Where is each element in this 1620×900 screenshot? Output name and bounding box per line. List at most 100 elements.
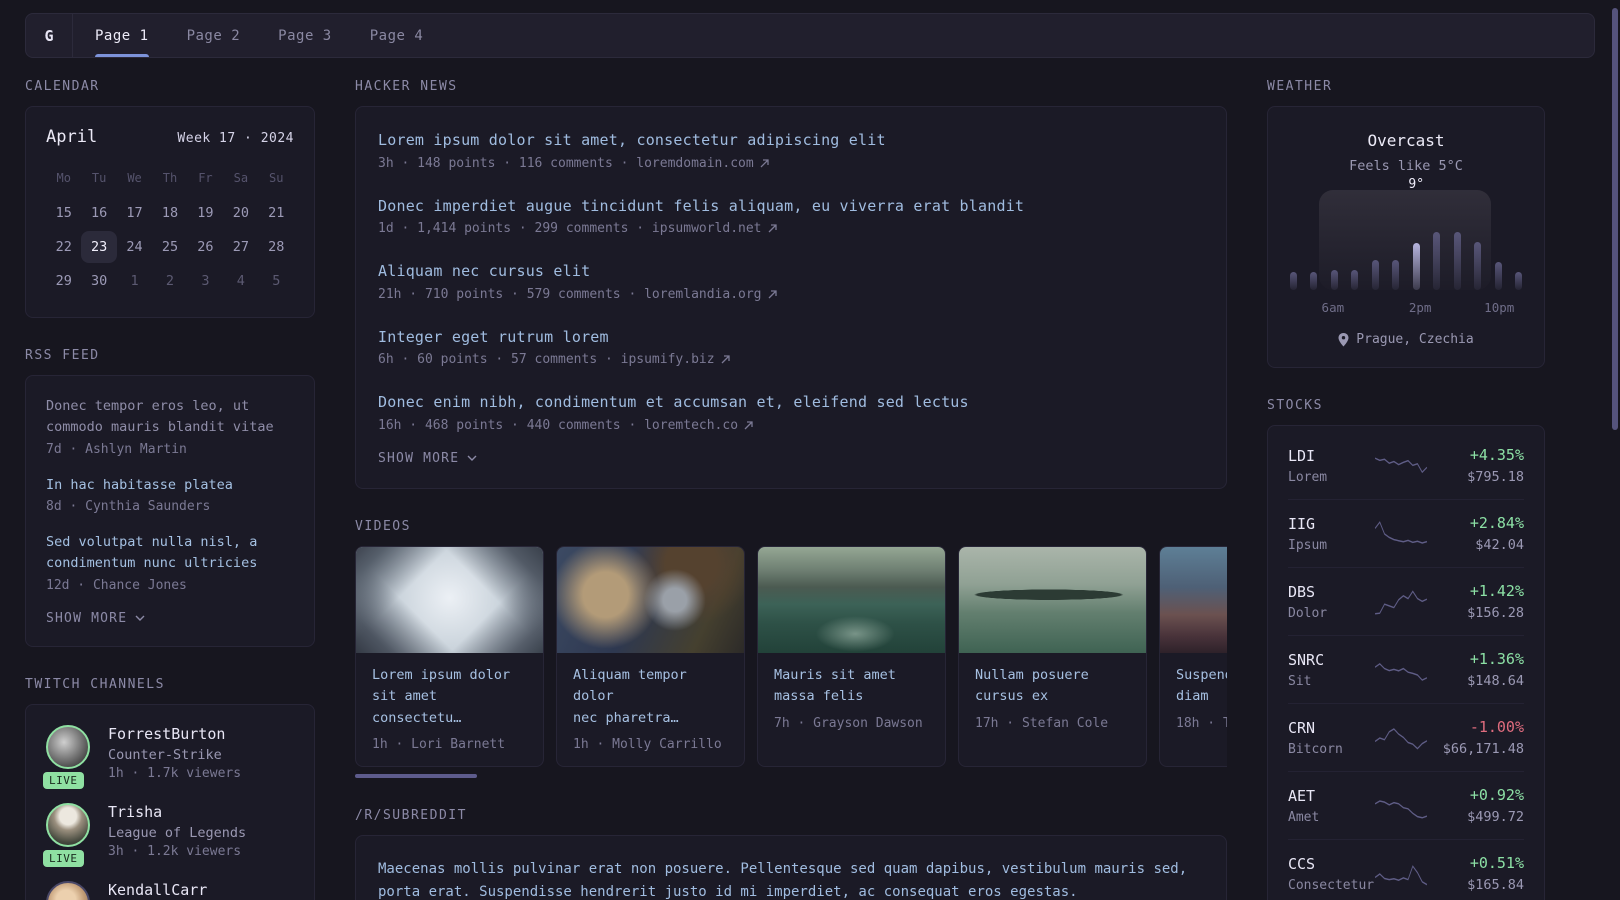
- calendar-day: 23: [81, 231, 117, 263]
- stock-row[interactable]: LDI Lorem +4.35% $795.18: [1288, 432, 1524, 499]
- video-meta: 7h · Grayson Dawson: [774, 715, 923, 731]
- video-card[interactable]: Nullam posuere cursus ex 17h · Stefan Co…: [958, 545, 1147, 768]
- channel-name[interactable]: ForrestBurton: [108, 725, 241, 743]
- twitch-channel-row[interactable]: LIVE ForrestBurton Counter-Strike 1h · 1…: [43, 724, 294, 789]
- page-scrollbar[interactable]: [1612, 8, 1618, 430]
- stock-sparkline: [1374, 517, 1428, 551]
- hn-item-meta: 1d · 1,414 points · 299 comments · ipsum…: [378, 221, 762, 236]
- video-title[interactable]: Lorem ipsum dolor sit amet consectetu…: [372, 665, 527, 730]
- hn-item-title[interactable]: Aliquam nec cursus elit: [378, 260, 1204, 283]
- videos-section-title: VIDEOS: [355, 518, 411, 534]
- reddit-post: Maecenas mollis pulvinar erat non posuer…: [378, 858, 1204, 900]
- weather-bar: [1453, 196, 1461, 290]
- daylight-region: [1318, 190, 1491, 290]
- stock-name: Ipsum: [1288, 537, 1328, 553]
- channel-game[interactable]: League of Legends: [108, 825, 246, 841]
- video-title[interactable]: Mauris sit amet massa felis: [774, 665, 929, 708]
- channel-meta: 3h · 1.2k viewers: [108, 843, 242, 859]
- weather-bar: [1392, 196, 1400, 290]
- video-meta: 1h · Lori Barnett: [372, 737, 506, 753]
- calendar-day: 16: [91, 205, 108, 221]
- rss-item-title[interactable]: Donec tempor eros leo, ut commodo mauris…: [46, 396, 294, 439]
- videos-scrollbar-thumb[interactable]: [355, 774, 477, 779]
- stock-row[interactable]: IIG Ipsum +2.84% $42.04: [1288, 499, 1524, 567]
- stock-symbol: AET: [1288, 786, 1316, 805]
- calendar-day: 27: [232, 239, 249, 255]
- weather-bar: [1351, 196, 1359, 290]
- stock-price: $795.18: [1467, 469, 1524, 485]
- dashboard-page: G Page 1 Page 2 Page 3 Page 4 CALENDAR A…: [0, 0, 1620, 900]
- video-card[interactable]: Aliquam tempor dolor nec pharetra… 1h · …: [556, 545, 745, 768]
- rss-show-more-button[interactable]: SHOW MORE: [46, 611, 294, 626]
- video-card[interactable]: Mauris sit amet massa felis 7h · Grayson…: [757, 545, 946, 768]
- calendar-day: 19: [197, 205, 214, 221]
- rss-item-title[interactable]: In hac habitasse platea: [46, 475, 294, 496]
- hn-item-title[interactable]: Donec enim nibh, condimentum et accumsan…: [378, 391, 1204, 414]
- calendar-day: 21: [268, 205, 285, 221]
- calendar-day: 26: [197, 239, 214, 255]
- stock-symbol: LDI: [1288, 446, 1316, 465]
- video-thumbnail: [1160, 546, 1227, 653]
- app-logo[interactable]: G: [26, 14, 72, 57]
- hn-show-more-button[interactable]: SHOW MORE: [378, 451, 1204, 466]
- calendar-day: 18: [161, 205, 179, 221]
- stock-price: $165.84: [1467, 877, 1524, 893]
- stock-sparkline: [1374, 789, 1428, 823]
- calendar-day: 29: [55, 273, 72, 289]
- calendar-weekday: Mo: [56, 171, 71, 185]
- calendar-section-title: CALENDAR: [25, 79, 100, 94]
- subreddit-section-title: /R/SUBREDDIT: [355, 808, 467, 824]
- video-thumbnail: [758, 546, 945, 653]
- weather-bar: 9°: [1408, 177, 1424, 290]
- stock-change: +4.35%: [1469, 446, 1524, 464]
- calendar-day: 15: [55, 205, 72, 221]
- hn-item-title[interactable]: Integer eget rutrum lorem: [378, 326, 1204, 349]
- calendar-day: 20: [232, 205, 249, 221]
- weather-bar: [1474, 196, 1482, 290]
- avatar: [46, 880, 90, 900]
- tab-page-4[interactable]: Page 4: [370, 14, 424, 57]
- tab-page-2[interactable]: Page 2: [187, 14, 241, 57]
- hn-item-title[interactable]: Lorem ipsum dolor sit amet, consectetur …: [378, 129, 1204, 152]
- calendar-weekday: Sa: [233, 171, 249, 185]
- reddit-post-title[interactable]: Maecenas mollis pulvinar erat non posuer…: [378, 858, 1204, 900]
- stock-row[interactable]: DBS Dolor +1.42% $156.28: [1288, 567, 1524, 635]
- chevron-down-icon: [135, 615, 145, 622]
- rss-item-title[interactable]: Sed volutpat nulla nisl, a condimentum n…: [46, 532, 294, 575]
- stocks-widget: STOCKS LDI Lorem +4.35% $795.18 IIG Ipsum +2.8…: [1267, 398, 1545, 900]
- weather-location[interactable]: Prague, Czechia: [1356, 332, 1473, 347]
- video-card[interactable]: Suspendis diam 18h · Tara: [1159, 545, 1227, 768]
- channel-name[interactable]: Trisha: [108, 803, 246, 821]
- weather-widget: WEATHER Overcast Feels like 5°C 9° 6am 2p…: [1267, 79, 1545, 368]
- stock-row[interactable]: CCS Consectetur +0.51% $165.84: [1288, 839, 1524, 900]
- channel-name[interactable]: KendallCarr: [108, 881, 207, 899]
- stock-row[interactable]: SNRC Sit +1.36% $148.64: [1288, 635, 1524, 703]
- twitch-channel-row[interactable]: LIVE Trisha League of Legends 3h · 1.2k …: [43, 802, 294, 867]
- hn-item: Integer eget rutrum lorem 6h · 60 points…: [378, 326, 1204, 367]
- tab-page-1[interactable]: Page 1: [95, 14, 149, 57]
- twitch-channel-row[interactable]: KendallCarr: [46, 880, 294, 900]
- weather-bar: [1330, 196, 1338, 290]
- stock-row[interactable]: AET Amet +0.92% $499.72: [1288, 771, 1524, 839]
- calendar-weekday: Tu: [91, 171, 107, 185]
- video-title[interactable]: Aliquam tempor dolor nec pharetra…: [573, 665, 728, 730]
- twitch-section-title: TWITCH CHANNELS: [25, 676, 165, 692]
- videos-row: Lorem ipsum dolor sit amet consectetu… 1…: [355, 545, 1227, 768]
- live-badge: LIVE: [43, 849, 84, 867]
- video-title[interactable]: Nullam posuere cursus ex: [975, 665, 1130, 708]
- channel-game[interactable]: Counter-Strike: [108, 747, 241, 763]
- twitch-widget: TWITCH CHANNELS LIVE ForrestBurton Count…: [25, 677, 315, 900]
- calendar-month: April: [46, 127, 98, 147]
- video-title[interactable]: Suspendis diam: [1176, 665, 1227, 708]
- rss-item: Donec tempor eros leo, ut commodo mauris…: [46, 396, 294, 457]
- hn-item: Aliquam nec cursus elit 21h · 710 points…: [378, 260, 1204, 302]
- tab-page-3[interactable]: Page 3: [278, 14, 332, 57]
- video-card[interactable]: Lorem ipsum dolor sit amet consectetu… 1…: [355, 545, 544, 768]
- weather-bar: [1494, 196, 1502, 290]
- stock-row[interactable]: CRN Bitcorn -1.00% $66,171.48: [1288, 703, 1524, 771]
- stock-change: +0.51%: [1469, 854, 1524, 872]
- stock-price: $42.04: [1475, 537, 1524, 553]
- weather-time-axis: 6am 2pm 10pm: [1288, 300, 1524, 316]
- stock-price: $148.64: [1467, 673, 1524, 689]
- hn-item-title[interactable]: Donec imperdiet augue tincidunt felis al…: [378, 195, 1204, 218]
